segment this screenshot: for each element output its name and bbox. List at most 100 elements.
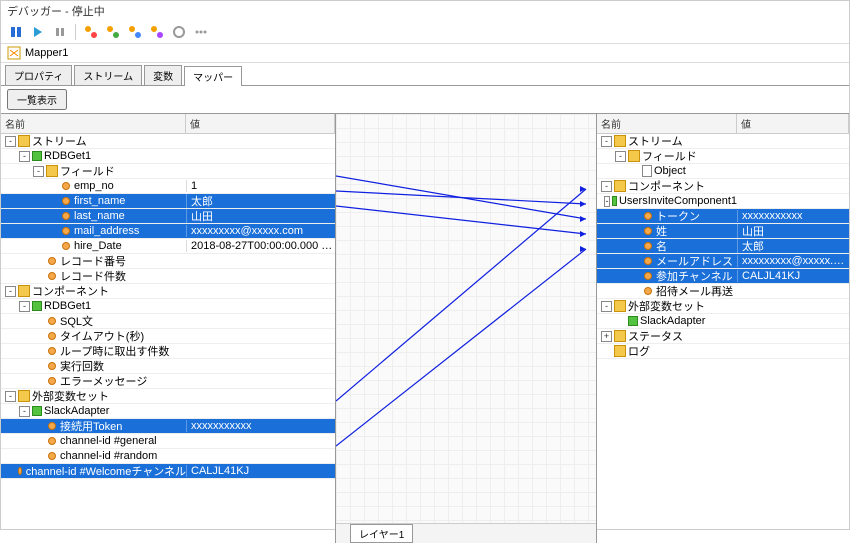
debug-toolbar [1,21,849,44]
tree-row[interactable]: -フィールド [1,164,335,179]
tree-row[interactable]: 接続用Tokenxxxxxxxxxxx [1,419,335,434]
collapse-icon[interactable]: - [604,196,610,207]
tree-row[interactable]: メールアドレスxxxxxxxxx@xxxxx.com [597,254,849,269]
tree-row[interactable]: SQL文 [1,314,335,329]
collapse-icon[interactable]: - [33,166,44,177]
tree-row[interactable]: SlackAdapter [597,314,849,329]
tree-row[interactable]: -SlackAdapter [1,404,335,419]
tree-row[interactable]: hire_Date2018-08-27T00:00:00.000 JST [1,239,335,254]
tree-row[interactable]: last_name山田 [1,209,335,224]
more-icon[interactable] [192,23,210,41]
collapse-icon[interactable]: - [615,151,626,162]
collapse-icon[interactable]: - [601,181,612,192]
run-icon[interactable] [7,23,25,41]
tree-label: 実行回数 [60,358,104,374]
bullet-icon [644,257,652,265]
collapse-icon[interactable]: - [19,151,30,162]
tree-row[interactable]: トークンxxxxxxxxxxx [597,209,849,224]
tree-row[interactable]: 参加チャンネルCALJL41KJ [597,269,849,284]
tree-row[interactable]: -RDBGet1 [1,299,335,314]
tree-row[interactable]: 実行回数 [1,359,335,374]
tree-row[interactable]: Object [597,164,849,179]
tree-label: hire_Date [74,240,122,252]
col-value: 値 [186,114,335,133]
tree-row[interactable]: -外部変数セット [597,299,849,314]
layer-tab[interactable]: レイヤー1 [350,524,413,543]
bullet-icon [48,362,56,370]
folder-icon [18,390,30,402]
tree-row[interactable]: タイムアウト(秒) [1,329,335,344]
tree-row[interactable]: +ステータス [597,329,849,344]
document-tab[interactable]: Mapper1 [1,44,849,63]
doc-icon [642,165,652,177]
mapper-icon-4[interactable] [148,23,166,41]
tree-value: 太郎 [186,193,335,209]
bullet-icon [48,257,56,265]
tree-row[interactable]: 招待メール再送 [597,284,849,299]
collapse-icon[interactable]: - [19,406,30,417]
gear-icon[interactable] [170,23,188,41]
tree-row[interactable]: - ストリーム [597,134,849,149]
collapse-icon[interactable]: - [19,301,30,312]
tree-row[interactable]: mail_addressxxxxxxxxx@xxxxx.com [1,224,335,239]
tree-row[interactable]: 姓山田 [597,224,849,239]
collapse-icon[interactable]: - [601,136,612,147]
tab-bar: プロパティストリーム変数マッパー [1,63,849,86]
collapse-icon[interactable]: - [601,301,612,312]
step-icon[interactable] [29,23,47,41]
tree-label: ストリーム [628,134,683,149]
col-name: 名前 [1,114,186,133]
tab-2[interactable]: 変数 [144,65,182,85]
tree-row[interactable]: channel-id #general [1,434,335,449]
tree-row[interactable]: -UsersInviteComponent1 [597,194,849,209]
bullet-icon [644,227,652,235]
bullet-icon [48,347,56,355]
tree-row[interactable]: エラーメッセージ [1,374,335,389]
collapse-icon[interactable]: - [5,286,16,297]
source-tree[interactable]: -ストリーム-RDBGet1-フィールドemp_no1first_name太郎l… [1,134,335,543]
tree-row[interactable]: -コンポーネント [597,179,849,194]
tree-row[interactable]: first_name太郎 [1,194,335,209]
tree-row[interactable]: ループ時に取出す件数 [1,344,335,359]
tab-0[interactable]: プロパティ [5,65,72,85]
tree-label: Object [654,165,686,177]
tree-row[interactable]: channel-id #random [1,449,335,464]
tree-row[interactable]: -ストリーム [1,134,335,149]
tree-row[interactable]: -外部変数セット [1,389,335,404]
list-view-button[interactable]: 一覧表示 [7,89,67,110]
target-tree[interactable]: -ストリーム-フィールドObject-コンポーネント-UsersInviteCo… [597,134,849,543]
tree-row[interactable]: ログ [597,344,849,359]
tree-label: タイムアウト(秒) [60,328,144,344]
tree-row[interactable]: emp_no1 [1,179,335,194]
tree-label: メールアドレス [656,253,733,269]
bullet-icon [48,422,56,430]
tree-row[interactable]: 名太郎 [597,239,849,254]
collapse-icon[interactable]: - [5,136,16,147]
tree-label: emp_no [74,180,114,192]
bullet-icon [62,197,70,205]
tree-label: 参加チャンネル [656,268,733,284]
layer-tab-bar: レイヤー1 [336,523,596,543]
window-title: デバッガー - 停止中 [1,1,849,21]
tree-row[interactable]: -RDBGet1 [1,149,335,164]
folder-icon [614,135,626,147]
bullet-icon [48,377,56,385]
mapping-canvas[interactable]: レイヤー1 [336,114,597,543]
tree-label: ログ [628,343,650,359]
tab-1[interactable]: ストリーム [74,65,142,85]
tree-label: SQL文 [60,313,93,329]
mapper-icon-3[interactable] [126,23,144,41]
pause-icon[interactable] [51,23,69,41]
mapper-icon-2[interactable] [104,23,122,41]
tree-row[interactable]: channel-id #WelcomeチャンネルCALJL41KJ [1,464,335,479]
tab-3[interactable]: マッパー [184,66,242,86]
tree-row[interactable]: -フィールド [597,149,849,164]
tree-row[interactable]: レコード番号 [1,254,335,269]
collapse-icon[interactable]: - [5,391,16,402]
expand-icon[interactable]: + [601,331,612,342]
tree-row[interactable]: -コンポーネント [1,284,335,299]
tree-row[interactable]: レコード件数 [1,269,335,284]
bullet-icon [644,242,652,250]
folder-icon [614,300,626,312]
mapper-icon-1[interactable] [82,23,100,41]
